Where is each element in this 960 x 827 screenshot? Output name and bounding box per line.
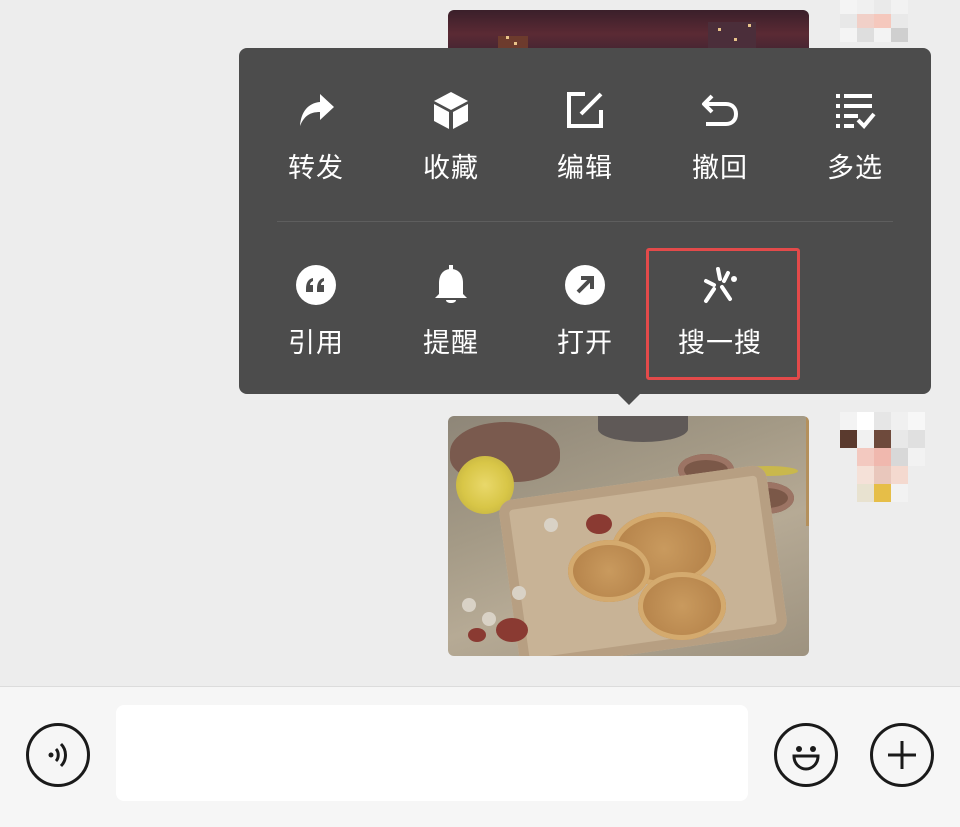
menu-item-label: 提醒 <box>423 328 479 359</box>
menu-divider <box>277 221 893 222</box>
menu-item-label: 转发 <box>288 153 344 184</box>
multi-select-icon <box>833 88 877 132</box>
mooncake-shape <box>568 540 650 602</box>
menu-item-label: 撤回 <box>692 153 748 184</box>
highlight-box <box>646 248 800 380</box>
menu-item-label: 多选 <box>827 153 883 184</box>
emoji-icon <box>792 746 820 771</box>
favorite-cube-icon <box>429 88 473 132</box>
menu-item-quote[interactable]: 引用 <box>249 263 383 373</box>
menu-item-open[interactable]: 打开 <box>518 263 652 373</box>
menu-item-favorite[interactable]: 收藏 <box>384 88 518 198</box>
menu-item-label: 编辑 <box>557 153 613 184</box>
menu-pointer-arrow <box>617 393 641 405</box>
menu-item-label: 打开 <box>557 328 613 359</box>
menu-item-forward[interactable]: 转发 <box>249 88 383 198</box>
open-arrow-icon <box>563 263 607 307</box>
menu-item-remind[interactable]: 提醒 <box>384 263 518 373</box>
message-input[interactable] <box>116 705 748 801</box>
quote-icon <box>294 263 338 307</box>
emoji-button[interactable] <box>774 723 838 787</box>
voice-button[interactable] <box>26 723 90 787</box>
forward-icon <box>294 88 338 132</box>
plus-icon <box>888 741 916 769</box>
menu-item-label: 收藏 <box>423 153 479 184</box>
avatar[interactable] <box>840 412 942 502</box>
menu-item-recall[interactable]: 撤回 <box>653 88 787 198</box>
chat-input-bar <box>0 686 960 827</box>
bell-icon <box>429 263 473 307</box>
menu-item-label: 引用 <box>288 328 344 359</box>
edit-icon <box>563 88 607 132</box>
menu-item-multi-select[interactable]: 多选 <box>788 88 922 198</box>
plus-button[interactable] <box>870 723 934 787</box>
voice-icon <box>48 742 67 768</box>
image-message-mooncakes[interactable] <box>448 416 809 656</box>
menu-item-edit[interactable]: 编辑 <box>518 88 652 198</box>
bowl-shape <box>598 416 688 442</box>
mooncake-shape <box>638 572 726 640</box>
recall-undo-icon <box>698 88 742 132</box>
